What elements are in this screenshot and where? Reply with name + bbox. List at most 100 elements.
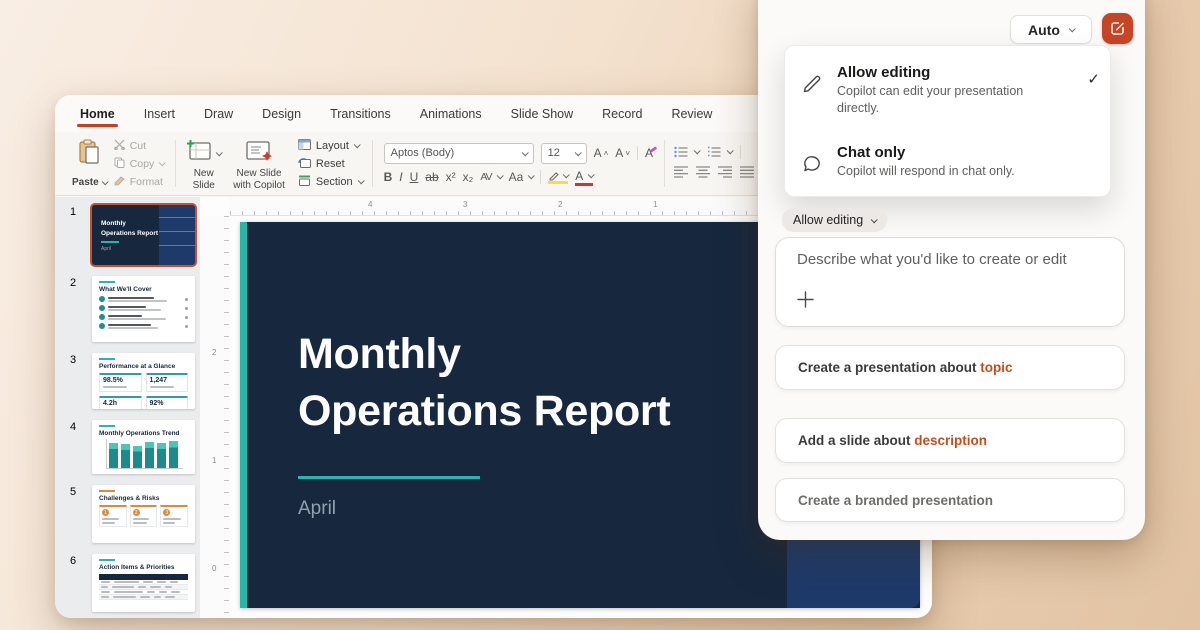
numbered-list-icon [707, 146, 722, 158]
underline-button[interactable]: U [410, 170, 419, 184]
stat-value: 1,247 [150, 377, 185, 384]
copilot-panel: Auto Allow editing Copilot can edit your… [758, 0, 1145, 540]
reset-button[interactable]: Reset [298, 157, 363, 171]
tab-transitions[interactable]: Transitions [329, 97, 392, 130]
justify-button[interactable] [740, 165, 754, 183]
format-label: Format [130, 176, 163, 188]
new-slide-copilot-label: New Slidewith Copilot [233, 168, 285, 191]
subscript-button[interactable]: x₂ [463, 170, 474, 184]
bold-button[interactable]: B [384, 170, 393, 184]
align-left-button[interactable] [674, 165, 688, 183]
vertical-ruler: 2 1 0 [200, 216, 230, 618]
character-spacing-button[interactable]: AV [480, 171, 501, 183]
copy-button[interactable]: Copy [114, 157, 165, 171]
italic-button[interactable]: I [399, 170, 402, 184]
new-slide-button[interactable]: NewSlide [183, 137, 224, 190]
thumbnail-slide-3[interactable]: 3 Performance at a Glance 98.5% 1,247 4.… [55, 353, 200, 409]
tab-design[interactable]: Design [261, 97, 302, 130]
suggestion-create-presentation[interactable]: Create a presentation about topic [775, 345, 1125, 390]
tab-review[interactable]: Review [670, 97, 713, 130]
slide-subtitle[interactable]: April [298, 498, 336, 520]
section-icon [298, 175, 311, 189]
slide-title-rule [298, 476, 480, 479]
strikethrough-button[interactable]: ab [425, 170, 438, 184]
thumbnail-slide-5[interactable]: 5 Challenges & Risks 1 2 3 [55, 485, 200, 543]
align-right-button[interactable] [718, 165, 732, 183]
copy-icon [114, 157, 125, 171]
thumbnail-slide-6[interactable]: 6 Action Items & Priorities [55, 554, 200, 612]
change-case-button[interactable]: Aa [509, 170, 534, 184]
tab-record[interactable]: Record [601, 97, 643, 130]
compose-icon [1109, 20, 1126, 37]
highlighter-icon [548, 171, 559, 181]
slide-title[interactable]: Monthly Operations Report [298, 326, 670, 440]
thumb4-title: Monthly Operations Trend [99, 430, 195, 437]
thumbnail-slide-4[interactable]: 4 Monthly Operations Trend [55, 420, 200, 474]
text-highlight-button[interactable] [548, 171, 568, 183]
plus-icon [795, 289, 816, 310]
suggestion-text: Create a presentation about [798, 360, 980, 375]
layout-icon [298, 139, 311, 153]
clipboard-small-commands: Cut Copy Format [110, 137, 169, 190]
menu-item-allow-editing[interactable]: Allow editing Copilot can edit your pres… [801, 64, 1096, 118]
thumbnail-slide-1[interactable]: 1 MonthlyOperations Report April [55, 205, 200, 265]
thumb1-subtitle: April [101, 246, 111, 252]
stat-value: 98.5% [103, 377, 138, 384]
thumb1-title: MonthlyOperations Report [101, 219, 158, 239]
font-group: Aptos (Body) 12 A˄ A˅ A B I U ab x² x₂ [380, 137, 657, 190]
reset-icon [298, 157, 311, 171]
prompt-input[interactable] [797, 251, 1107, 281]
tab-insert[interactable]: Insert [143, 97, 176, 130]
menu-item-description: Copilot can edit your presentation direc… [837, 83, 1059, 118]
layout-group: Layout Reset Section [296, 137, 365, 190]
font-name-select[interactable]: Aptos (Body) [384, 143, 534, 164]
clear-formatting-button[interactable]: A [645, 146, 653, 160]
align-center-button[interactable] [696, 165, 710, 183]
suggestion-add-slide[interactable]: Add a slide about description [775, 418, 1125, 463]
copilot-slide-icon [244, 139, 274, 168]
menu-item-chat-only[interactable]: Chat only Copilot will respond in chat o… [801, 144, 1096, 180]
new-slide-with-copilot-button[interactable]: New Slidewith Copilot [230, 137, 288, 190]
copy-label: Copy [130, 158, 155, 170]
tab-home[interactable]: Home [79, 97, 116, 130]
shrink-font-button[interactable]: A˅ [615, 146, 630, 160]
mode-pill-allow-editing[interactable]: Allow editing [782, 208, 887, 232]
numbered-list-button[interactable] [707, 146, 732, 158]
new-chat-button[interactable] [1102, 13, 1133, 44]
tab-draw[interactable]: Draw [203, 97, 234, 130]
thumbnail-slide-2[interactable]: 2 What We'll Cover [55, 276, 200, 342]
grow-font-button[interactable]: A˄ [594, 146, 609, 160]
slide-number: 5 [70, 486, 76, 498]
paste-button[interactable]: Paste [69, 137, 110, 190]
suggestion-branded-presentation[interactable]: Create a branded presentation [775, 478, 1125, 522]
font-color-button[interactable]: A [575, 169, 593, 185]
font-size-value: 12 [548, 147, 560, 159]
bullet-list-button[interactable] [674, 146, 699, 158]
suggestion-highlight: topic [980, 360, 1012, 375]
scissors-icon [114, 139, 125, 153]
slide-number: 6 [70, 555, 76, 567]
thumb5-title: Challenges & Risks [99, 495, 195, 502]
mode-pill-chevron-icon [871, 216, 878, 223]
auto-chevron-icon [1069, 25, 1076, 32]
font-size-select[interactable]: 12 [541, 143, 587, 164]
tab-animations[interactable]: Animations [419, 97, 483, 130]
layout-label: Layout [316, 140, 349, 152]
format-painter-button[interactable]: Format [114, 175, 165, 189]
cut-button[interactable]: Cut [114, 139, 165, 153]
paste-clipboard-icon [77, 139, 101, 170]
add-attachment-button[interactable] [795, 289, 816, 315]
menu-item-content: Allow editing Copilot can edit your pres… [837, 64, 1059, 118]
superscript-button[interactable]: x² [446, 170, 456, 184]
layout-button[interactable]: Layout [298, 139, 363, 153]
pencil-icon [801, 64, 823, 118]
section-button[interactable]: Section [298, 175, 363, 189]
auto-model-button[interactable]: Auto [1010, 15, 1092, 44]
ribbon-divider [664, 140, 665, 187]
tab-slide-show[interactable]: Slide Show [510, 97, 575, 130]
suggestion-text: Create a branded presentation [798, 493, 993, 508]
menu-item-content: Chat only Copilot will respond in chat o… [837, 144, 1059, 180]
menu-item-title: Chat only [837, 144, 1059, 161]
slide-number: 4 [70, 421, 76, 433]
slide-thumbnail-panel: 1 MonthlyOperations Report April 2 What … [55, 197, 200, 618]
